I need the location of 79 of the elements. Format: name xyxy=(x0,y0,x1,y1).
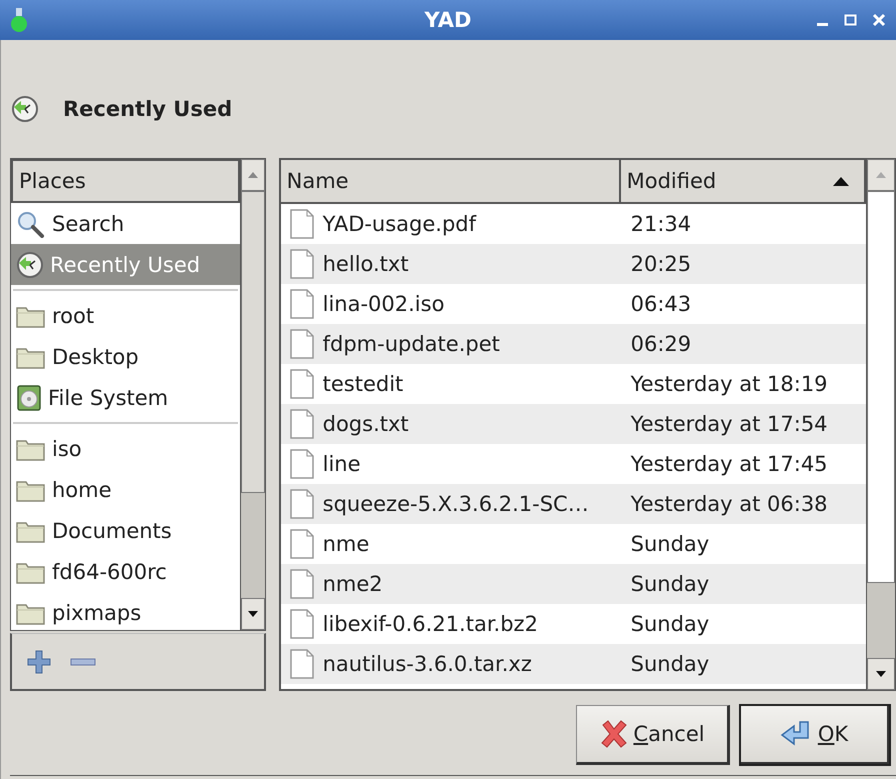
file-name: line xyxy=(322,452,361,476)
drive-icon xyxy=(16,384,42,412)
modified-time: Sunday xyxy=(630,532,710,556)
file-name: fdpm-update.pet xyxy=(322,332,500,356)
clock-icon xyxy=(16,250,44,278)
remove-icon[interactable] xyxy=(70,656,96,666)
scroll-down-icon[interactable] xyxy=(874,670,887,678)
file-icon xyxy=(288,489,315,519)
file-row[interactable]: nme Sunday xyxy=(280,524,866,564)
flask-icon xyxy=(10,7,28,33)
file-icon xyxy=(288,449,315,479)
places-item[interactable]: fd64-600rc xyxy=(11,551,240,592)
file-icon xyxy=(288,569,315,599)
places-item[interactable]: home xyxy=(11,469,240,510)
places-item[interactable]: Search xyxy=(11,203,240,244)
file-icon xyxy=(288,289,315,319)
file-icon xyxy=(288,369,315,399)
close-icon[interactable] xyxy=(872,13,886,27)
scroll-down-icon[interactable] xyxy=(246,610,259,618)
column-header[interactable]: Modified xyxy=(620,160,866,204)
file-icon xyxy=(288,249,315,279)
file-row[interactable]: dogs.txt Yesterday at 17:54 xyxy=(280,404,866,444)
modified-time: Yesterday at 18:19 xyxy=(630,372,828,396)
file-name: lina-002.iso xyxy=(322,292,444,316)
file-row[interactable]: libexif-0.6.21.tar.bz2 Sunday xyxy=(280,604,866,644)
modified-time: Sunday xyxy=(630,612,710,636)
places-item[interactable]: pixmaps xyxy=(11,592,240,630)
file-row[interactable]: nautilus-3.6.0.tar.xz Sunday xyxy=(280,644,866,684)
maximize-icon[interactable] xyxy=(844,13,858,27)
file-icon xyxy=(288,609,315,639)
file-row[interactable]: lina-002.iso 06:43 xyxy=(280,284,866,324)
places-item[interactable]: Documents xyxy=(11,510,240,551)
location-label: Recently Used xyxy=(63,97,232,121)
file-icon xyxy=(288,409,315,439)
places-item[interactable]: root xyxy=(11,295,240,336)
search-icon xyxy=(16,210,46,238)
file-name: YAD-usage.pdf xyxy=(322,212,476,236)
scrollbar[interactable] xyxy=(866,158,896,691)
file-row[interactable]: testedit Yesterday at 18:19 xyxy=(280,364,866,404)
window-title: YAD xyxy=(424,8,472,32)
places-item[interactable]: Desktop xyxy=(11,336,240,377)
file-row[interactable]: YAD-usage.pdf 21:34 xyxy=(280,204,866,244)
places-item[interactable]: iso xyxy=(11,428,240,469)
file-name: hello.txt xyxy=(322,252,409,276)
file-name: squeeze-5.X.3.6.2.1-SC… xyxy=(322,492,589,516)
column-header[interactable]: Name xyxy=(280,160,621,204)
scrollbar[interactable] xyxy=(240,158,266,631)
file-row[interactable]: squeeze-5.X.3.6.2.1-SC… Yesterday at 06:38 xyxy=(280,484,866,524)
file-icon xyxy=(288,649,315,679)
cancel-x-icon xyxy=(599,719,630,749)
file-row[interactable]: fdpm-update.pet 06:29 xyxy=(280,324,866,364)
modified-time: 06:43 xyxy=(630,292,692,316)
file-name: nautilus-3.6.0.tar.xz xyxy=(322,652,532,676)
modified-time: 06:29 xyxy=(630,332,692,356)
file-row[interactable]: nme2 Sunday xyxy=(280,564,866,604)
file-name: libexif-0.6.21.tar.bz2 xyxy=(322,612,538,636)
clock-icon xyxy=(11,95,39,123)
file-name: dogs.txt xyxy=(322,412,409,436)
scroll-up-icon[interactable] xyxy=(246,171,259,179)
add-icon[interactable] xyxy=(26,648,52,674)
modified-time: Sunday xyxy=(630,572,710,596)
file-row[interactable]: line Yesterday at 17:45 xyxy=(280,444,866,484)
file-icon xyxy=(288,209,315,239)
cancel-button[interactable]: Cancel xyxy=(576,705,730,765)
file-name: testedit xyxy=(322,372,404,396)
ok-button[interactable]: OK xyxy=(740,705,890,765)
modified-time: Sunday xyxy=(630,652,710,676)
file-icon xyxy=(288,529,315,559)
file-icon xyxy=(288,329,315,359)
places-item[interactable]: File System xyxy=(11,377,240,418)
modified-time: Yesterday at 17:45 xyxy=(630,452,828,476)
file-row[interactable]: hello.txt 20:25 xyxy=(280,244,866,284)
file-name: nme2 xyxy=(322,572,383,596)
places-header[interactable]: Places xyxy=(11,159,240,203)
modified-time: Yesterday at 17:54 xyxy=(630,412,828,436)
modified-time: Yesterday at 06:38 xyxy=(630,492,828,516)
modified-time: 20:25 xyxy=(630,252,692,276)
modified-time: 21:34 xyxy=(630,212,692,236)
file-name: nme xyxy=(322,532,370,556)
